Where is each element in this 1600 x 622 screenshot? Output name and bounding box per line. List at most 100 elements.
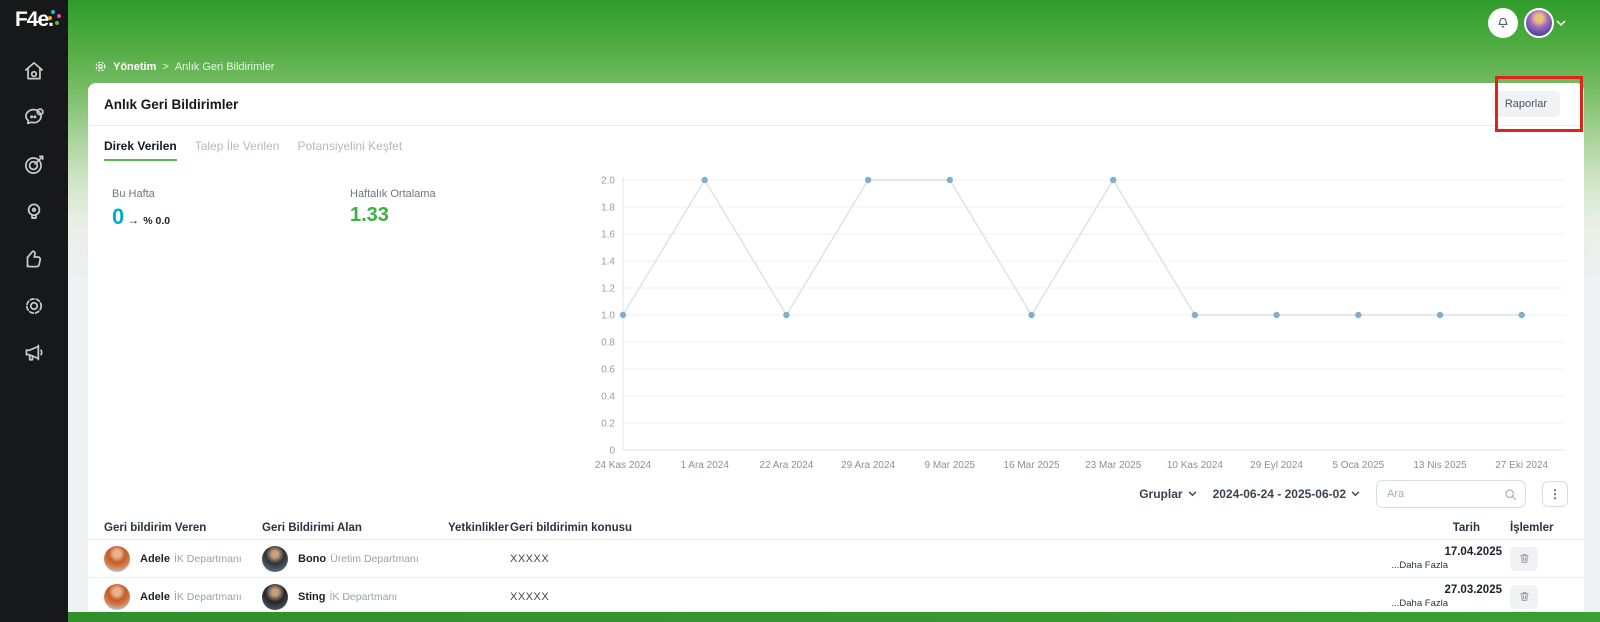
sidebar-nav bbox=[0, 58, 68, 366]
col-header-actions: İşlemler bbox=[1510, 521, 1554, 534]
stat-weekly-average: Haftalık Ortalama 1.33 bbox=[350, 188, 436, 227]
receiver-department: Üretim Departmanı bbox=[330, 552, 419, 565]
receiver-name: Bono bbox=[298, 552, 327, 565]
chevron-down-icon bbox=[1188, 491, 1196, 497]
svg-text:10 Kas 2024: 10 Kas 2024 bbox=[1167, 460, 1224, 471]
sidebar: F4e. bbox=[0, 0, 68, 622]
tab-direk-verilen[interactable]: Direk Verilen bbox=[104, 139, 177, 161]
receiver-cell: Sting İK Departmanı bbox=[262, 583, 448, 610]
notifications-button[interactable] bbox=[1488, 8, 1518, 38]
table-body: Adele İK Departmanı Bono Üretim Departmanı X… bbox=[88, 540, 1584, 612]
svg-text:1.2: 1.2 bbox=[601, 284, 615, 295]
giver-avatar bbox=[104, 583, 130, 610]
giver-department: İK Departmanı bbox=[173, 552, 242, 565]
svg-text:22 Ara 2024: 22 Ara 2024 bbox=[759, 460, 813, 471]
date-cell: 17.04.2025 ...Daha Fazla bbox=[1370, 546, 1510, 571]
sidebar-item-announcements[interactable] bbox=[21, 340, 47, 366]
idea-icon bbox=[27, 203, 41, 219]
receiver-name-wrap: Sting İK Departmanı bbox=[298, 591, 397, 603]
svg-text:0.8: 0.8 bbox=[601, 338, 615, 349]
announcement-icon bbox=[25, 344, 43, 361]
svg-text:0.2: 0.2 bbox=[601, 419, 615, 430]
date-value: 17.04.2025 bbox=[1444, 546, 1502, 558]
user-avatar[interactable] bbox=[1524, 8, 1554, 38]
home-icon bbox=[25, 62, 43, 80]
daha-fazla-link[interactable]: ...Daha Fazla bbox=[1392, 598, 1511, 609]
chevron-down-icon[interactable] bbox=[1556, 20, 1566, 27]
date-range-dropdown[interactable]: 2024-06-24 - 2025-06-02 bbox=[1213, 487, 1360, 501]
actions-cell bbox=[1510, 584, 1568, 609]
search-box[interactable] bbox=[1376, 480, 1526, 508]
svg-text:24 Kas 2024: 24 Kas 2024 bbox=[595, 460, 652, 471]
search-input[interactable] bbox=[1385, 487, 1498, 501]
tab-talep-ile-verilen[interactable]: Talep İle Verilen bbox=[195, 139, 280, 161]
receiver-name-wrap: Bono Üretim Departmanı bbox=[298, 553, 419, 565]
giver-name-wrap: Adele İK Departmanı bbox=[140, 553, 242, 565]
logo-dot bbox=[57, 14, 61, 18]
col-header-date: Tarih bbox=[1452, 521, 1480, 534]
receiver-name: Sting bbox=[298, 590, 326, 603]
breadcrumb-yonetim[interactable]: Yönetim bbox=[113, 61, 156, 73]
receiver-avatar bbox=[262, 545, 288, 572]
receiver-department: İK Departmanı bbox=[329, 590, 398, 603]
svg-text:27 Eki 2024: 27 Eki 2024 bbox=[1495, 460, 1548, 471]
svg-text:13 Nis 2025: 13 Nis 2025 bbox=[1413, 460, 1467, 471]
bottom-green-bar bbox=[68, 612, 1600, 622]
svg-text:0: 0 bbox=[609, 446, 615, 457]
sidebar-item-goals[interactable] bbox=[21, 152, 47, 178]
filter-bar: Gruplar 2024-06-24 - 2025-06-02 ⋮ bbox=[1139, 480, 1568, 508]
app-window: F4e. Yönetim > Anlık Geri Bildirimler An… bbox=[0, 0, 1600, 622]
logo-dot bbox=[51, 10, 55, 14]
search-icon bbox=[1505, 488, 1516, 500]
svg-text:1 Ara 2024: 1 Ara 2024 bbox=[681, 460, 730, 471]
stat-this-week-value: 0 bbox=[112, 204, 125, 229]
giver-cell: Adele İK Departmanı bbox=[104, 583, 262, 610]
breadcrumb: Yönetim > Anlık Geri Bildirimler bbox=[94, 60, 274, 73]
table-row: Adele İK Departmanı Bono Üretim Departmanı X… bbox=[88, 540, 1584, 578]
sidebar-item-settings[interactable] bbox=[21, 293, 47, 319]
feedback-table: Geri bildirim Veren Geri Bildirimi Alan … bbox=[88, 516, 1584, 612]
giver-avatar bbox=[104, 545, 130, 572]
trend-arrow-icon: → bbox=[127, 213, 140, 227]
svg-text:1.8: 1.8 bbox=[601, 203, 615, 214]
content-card: Anlık Geri Bildirimler Raporlar Direk Ve… bbox=[88, 83, 1584, 612]
actions-cell bbox=[1510, 546, 1568, 571]
daha-fazla-link[interactable]: ...Daha Fazla bbox=[1392, 560, 1511, 571]
tab-potansiyelini-kesfet[interactable]: Potansiyelini Keşfet bbox=[297, 139, 402, 161]
feedback-trend-chart: 2.0 1.8 1.6 1.4 1.2 1.0 0.8 0.6 0.4 0.2 0 24 Kas 20… bbox=[585, 171, 1580, 476]
table-header-row: Geri bildirim Veren Geri Bildirimi Alan … bbox=[88, 516, 1584, 540]
svg-text:1.0: 1.0 bbox=[601, 311, 615, 322]
breadcrumb-current[interactable]: Anlık Geri Bildirimler bbox=[175, 61, 275, 73]
giver-cell: Adele İK Departmanı bbox=[104, 545, 262, 572]
svg-text:1.4: 1.4 bbox=[601, 257, 615, 268]
giver-name: Adele bbox=[140, 552, 170, 565]
more-options-button[interactable]: ⋮ bbox=[1542, 481, 1568, 507]
breadcrumb-separator: > bbox=[162, 60, 169, 73]
sidebar-item-likes[interactable] bbox=[21, 246, 47, 272]
svg-text:29 Eyl 2024: 29 Eyl 2024 bbox=[1250, 460, 1303, 471]
gear-icon bbox=[95, 61, 106, 72]
table-row: Adele İK Departmanı Sting İK Departmanı XXXX… bbox=[88, 578, 1584, 612]
svg-text:2.0: 2.0 bbox=[601, 176, 615, 187]
settings-icon bbox=[25, 297, 43, 315]
app-logo[interactable]: F4e. bbox=[0, 8, 68, 32]
chevron-down-icon bbox=[1351, 491, 1360, 497]
svg-text:1.6: 1.6 bbox=[601, 230, 615, 241]
groups-dropdown[interactable]: Gruplar bbox=[1139, 487, 1196, 501]
sidebar-item-feedback-chat[interactable] bbox=[21, 105, 47, 131]
trash-icon bbox=[1519, 592, 1529, 601]
sidebar-item-ideas[interactable] bbox=[21, 199, 47, 225]
logo-dot bbox=[55, 21, 59, 25]
sidebar-item-home[interactable] bbox=[21, 58, 47, 84]
col-header-subject: Geri bildirimin konusu bbox=[510, 521, 633, 534]
stat-this-week-delta: % 0.0 bbox=[143, 215, 171, 227]
delete-button[interactable] bbox=[1510, 584, 1538, 609]
delete-button[interactable] bbox=[1510, 546, 1538, 571]
reports-button[interactable]: Raporlar bbox=[1491, 91, 1560, 117]
target-icon bbox=[25, 155, 44, 174]
trash-icon bbox=[1519, 554, 1529, 563]
giver-department: İK Departmanı bbox=[173, 590, 242, 603]
col-header-receiver: Geri Bildirimi Alan bbox=[262, 521, 362, 534]
svg-text:0.4: 0.4 bbox=[601, 392, 615, 403]
col-header-giver: Geri bildirim Veren bbox=[104, 521, 207, 534]
